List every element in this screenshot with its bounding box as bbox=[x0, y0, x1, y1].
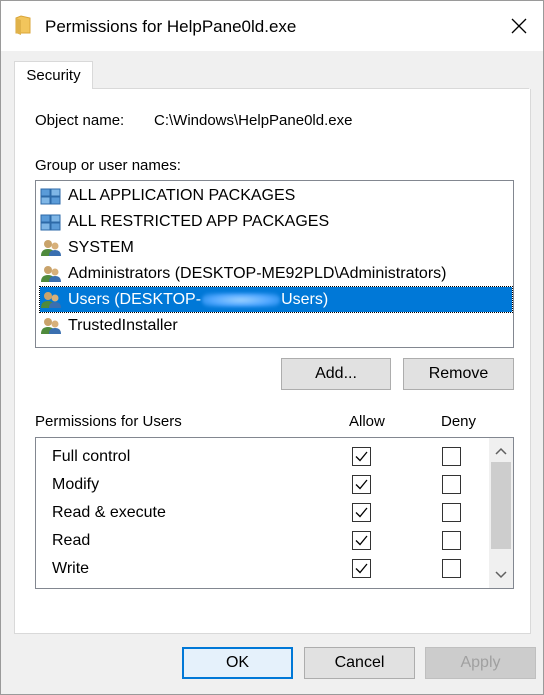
allow-checkbox-read-execute[interactable] bbox=[352, 503, 371, 522]
window-title: Permissions for HelpPane0ld.exe bbox=[45, 17, 297, 36]
permissions-window: Permissions for HelpPane0ld.exe Security… bbox=[0, 0, 544, 695]
title-bar[interactable]: Permissions for HelpPane0ld.exe bbox=[1, 1, 543, 51]
scroll-up-button[interactable] bbox=[489, 440, 513, 462]
object-name-value: C:\Windows\HelpPane0ld.exe bbox=[154, 112, 353, 129]
list-item-label: SYSTEM bbox=[68, 238, 134, 256]
deny-header: Deny bbox=[441, 413, 477, 430]
deny-checkbox-read-execute[interactable] bbox=[442, 503, 461, 522]
close-button[interactable] bbox=[497, 7, 541, 45]
users-icon bbox=[40, 264, 64, 284]
deny-checkbox-read[interactable] bbox=[442, 531, 461, 550]
list-item-label: TrustedInstaller bbox=[68, 316, 178, 334]
list-item-label-prefix: Users (DESKTOP- bbox=[68, 290, 202, 308]
checkmark-icon bbox=[355, 535, 368, 546]
scroll-down-button[interactable] bbox=[489, 564, 513, 586]
checkmark-icon bbox=[355, 479, 368, 490]
add-button[interactable]: Add... bbox=[281, 358, 391, 390]
users-icon bbox=[40, 316, 64, 336]
scroll-thumb[interactable] bbox=[491, 462, 511, 549]
deny-checkbox-full-control[interactable] bbox=[442, 447, 461, 466]
list-item[interactable]: SYSTEM bbox=[40, 235, 512, 260]
list-item-label: Administrators (DESKTOP-ME92PLD\Administ… bbox=[68, 264, 447, 282]
list-item[interactable]: Administrators (DESKTOP-ME92PLD\Administ… bbox=[40, 261, 512, 286]
permission-name: Write bbox=[52, 560, 90, 577]
list-item[interactable]: ALL APPLICATION PACKAGES bbox=[40, 183, 512, 208]
package-group-icon bbox=[40, 186, 64, 206]
list-item[interactable]: TrustedInstaller bbox=[40, 313, 512, 338]
list-item-label-suffix: Users) bbox=[281, 290, 329, 308]
permission-name: Read & execute bbox=[52, 504, 166, 521]
ok-button[interactable]: OK bbox=[182, 647, 293, 679]
list-item[interactable]: ALL RESTRICTED APP PACKAGES bbox=[40, 209, 512, 234]
cancel-button[interactable]: Cancel bbox=[304, 647, 415, 679]
permission-name: Full control bbox=[52, 448, 131, 465]
users-icon bbox=[40, 238, 64, 258]
folder-icon bbox=[15, 15, 31, 40]
checkmark-icon bbox=[355, 451, 368, 462]
permissions-list[interactable]: Full control Modify Read & execute Read bbox=[35, 437, 514, 589]
permission-row-write: Write bbox=[36, 556, 489, 584]
object-name-label: Object name: bbox=[35, 112, 125, 129]
permission-row-modify: Modify bbox=[36, 472, 489, 500]
remove-button[interactable]: Remove bbox=[403, 358, 514, 390]
allow-checkbox-full-control[interactable] bbox=[352, 447, 371, 466]
tab-security[interactable]: Security bbox=[14, 61, 93, 90]
list-item-selected[interactable]: Users (DESKTOP- Users) bbox=[39, 286, 513, 313]
chevron-up-icon bbox=[495, 447, 507, 455]
group-user-list[interactable]: ALL APPLICATION PACKAGES ALL RESTRICTED … bbox=[35, 180, 514, 348]
users-icon bbox=[40, 290, 64, 310]
permission-row-read: Read bbox=[36, 528, 489, 556]
group-names-label: Group or user names: bbox=[35, 157, 181, 174]
permissions-title: Permissions for Users bbox=[35, 413, 182, 430]
permission-name: Modify bbox=[52, 476, 100, 493]
chevron-down-icon bbox=[495, 571, 507, 579]
list-item-label: ALL APPLICATION PACKAGES bbox=[68, 186, 296, 204]
permission-name: Read bbox=[52, 532, 91, 549]
deny-checkbox-modify[interactable] bbox=[442, 475, 461, 494]
redaction-blur bbox=[202, 292, 281, 307]
permission-row-full-control: Full control bbox=[36, 444, 489, 472]
checkmark-icon bbox=[355, 507, 368, 518]
permissions-scrollbar[interactable] bbox=[489, 438, 513, 588]
allow-checkbox-write[interactable] bbox=[352, 559, 371, 578]
deny-checkbox-write[interactable] bbox=[442, 559, 461, 578]
permission-row-read-execute: Read & execute bbox=[36, 500, 489, 528]
package-group-icon bbox=[40, 212, 64, 232]
allow-checkbox-read[interactable] bbox=[352, 531, 371, 550]
close-icon[interactable] bbox=[511, 18, 527, 34]
list-item-label: ALL RESTRICTED APP PACKAGES bbox=[68, 212, 330, 230]
allow-checkbox-modify[interactable] bbox=[352, 475, 371, 494]
allow-header: Allow bbox=[349, 413, 385, 430]
apply-button: Apply bbox=[425, 647, 536, 679]
checkmark-icon bbox=[355, 563, 368, 574]
